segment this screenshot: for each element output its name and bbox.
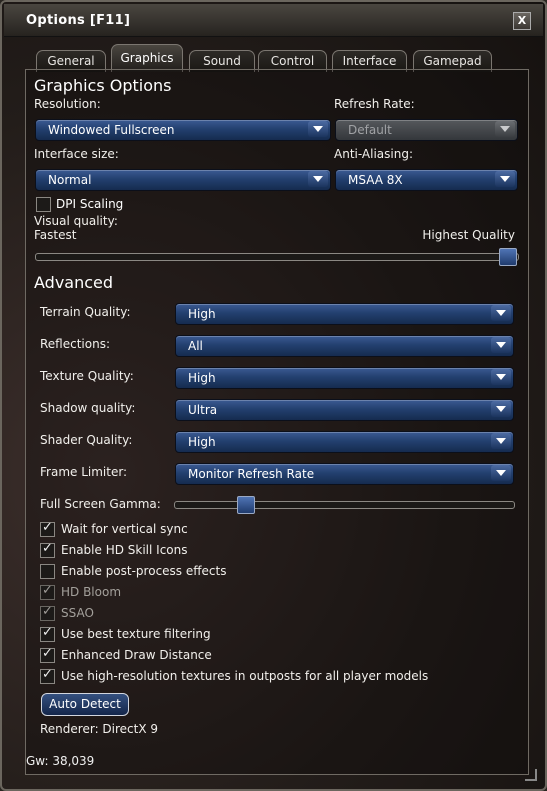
chevron-down-icon [495, 171, 515, 187]
terrain-quality-value: High [188, 307, 216, 321]
anti-aliasing-value: MSAA 8X [348, 173, 403, 187]
refresh-rate-value: Default [348, 123, 392, 137]
terrain-quality-dropdown[interactable]: High [175, 303, 514, 325]
texture-quality-label: Texture Quality: [40, 369, 134, 383]
visual-quality-label: Visual quality: [34, 214, 118, 228]
dpi-scaling-label: DPI Scaling [56, 197, 124, 211]
chevron-down-icon [495, 121, 515, 137]
gamma-slider[interactable] [174, 501, 515, 509]
resolution-value: Windowed Fullscreen [48, 123, 175, 137]
anti-aliasing-label: Anti-Aliasing: [334, 147, 414, 161]
ssao-label: SSAO [61, 606, 94, 620]
chevron-down-icon [491, 369, 511, 385]
post-process-label: Enable post-process effects [61, 564, 227, 578]
chevron-down-icon [491, 305, 511, 321]
draw-distance-checkbox[interactable] [40, 646, 55, 663]
resolution-label: Resolution: [34, 97, 101, 111]
interface-size-value: Normal [48, 173, 92, 187]
visual-quality-slider[interactable] [35, 253, 519, 261]
texture-quality-dropdown[interactable]: High [175, 367, 514, 389]
resize-grip-icon[interactable] [525, 769, 537, 781]
refresh-rate-label: Refresh Rate: [334, 97, 415, 111]
draw-distance-label: Enhanced Draw Distance [61, 648, 212, 662]
chevron-down-icon [308, 121, 328, 137]
advanced-heading: Advanced [34, 273, 114, 292]
gamma-slider-thumb[interactable] [236, 496, 255, 514]
frame-limiter-label: Frame Limiter: [40, 465, 128, 479]
auto-detect-button[interactable]: Auto Detect [41, 693, 129, 716]
gamma-label: Full Screen Gamma: [40, 497, 161, 511]
texture-filtering-checkbox[interactable] [40, 625, 55, 642]
shadow-quality-value: Ultra [188, 403, 218, 417]
vsync-checkbox[interactable] [40, 520, 55, 537]
texture-filtering-label: Use best texture filtering [61, 627, 211, 641]
shader-quality-dropdown[interactable]: High [175, 431, 514, 453]
texture-quality-value: High [188, 371, 216, 385]
hires-outpost-textures-checkbox[interactable] [40, 667, 55, 684]
visual-quality-min-label: Fastest [34, 228, 77, 242]
reflections-value: All [188, 339, 203, 353]
chevron-down-icon [491, 401, 511, 417]
shader-quality-value: High [188, 435, 216, 449]
close-icon[interactable]: X [513, 12, 531, 30]
anti-aliasing-dropdown[interactable]: MSAA 8X [335, 169, 518, 191]
hd-bloom-checkbox [40, 583, 55, 600]
options-window: Options [F11] X General Graphics Sound C… [0, 0, 547, 791]
tab-graphics[interactable]: Graphics [111, 44, 183, 72]
hd-skill-icons-checkbox[interactable] [40, 541, 55, 558]
frame-limiter-dropdown[interactable]: Monitor Refresh Rate [175, 463, 514, 485]
title-bar[interactable]: Options [F11] X [4, 4, 543, 37]
vsync-label: Wait for vertical sync [61, 522, 188, 536]
ssao-checkbox [40, 604, 55, 621]
graphics-options-heading: Graphics Options [34, 76, 172, 95]
hires-outpost-textures-label: Use high-resolution textures in outposts… [61, 669, 429, 683]
shader-quality-label: Shader Quality: [40, 433, 133, 447]
renderer-info: Renderer: DirectX 9 [40, 722, 159, 736]
chevron-down-icon [491, 465, 511, 481]
window-title: Options [F11] [26, 13, 131, 28]
reflections-label: Reflections: [40, 337, 111, 351]
resolution-dropdown[interactable]: Windowed Fullscreen [35, 119, 331, 141]
hd-skill-icons-label: Enable HD Skill Icons [61, 543, 188, 557]
shadow-quality-label: Shadow quality: [40, 401, 136, 415]
shadow-quality-dropdown[interactable]: Ultra [175, 399, 514, 421]
frame-limiter-value: Monitor Refresh Rate [188, 467, 315, 481]
dpi-scaling-checkbox[interactable] [36, 197, 51, 212]
gw-counter: Gw: 38,039 [26, 754, 95, 768]
visual-quality-max-label: Highest Quality [422, 228, 515, 242]
chevron-down-icon [491, 433, 511, 449]
chevron-down-icon [491, 337, 511, 353]
reflections-dropdown[interactable]: All [175, 335, 514, 357]
refresh-rate-dropdown: Default [335, 119, 518, 141]
interface-size-dropdown[interactable]: Normal [35, 169, 331, 191]
chevron-down-icon [308, 171, 328, 187]
terrain-quality-label: Terrain Quality: [40, 305, 131, 319]
hd-bloom-label: HD Bloom [61, 585, 122, 599]
visual-quality-slider-thumb[interactable] [499, 248, 517, 266]
interface-size-label: Interface size: [34, 147, 119, 161]
post-process-checkbox[interactable] [40, 564, 55, 579]
